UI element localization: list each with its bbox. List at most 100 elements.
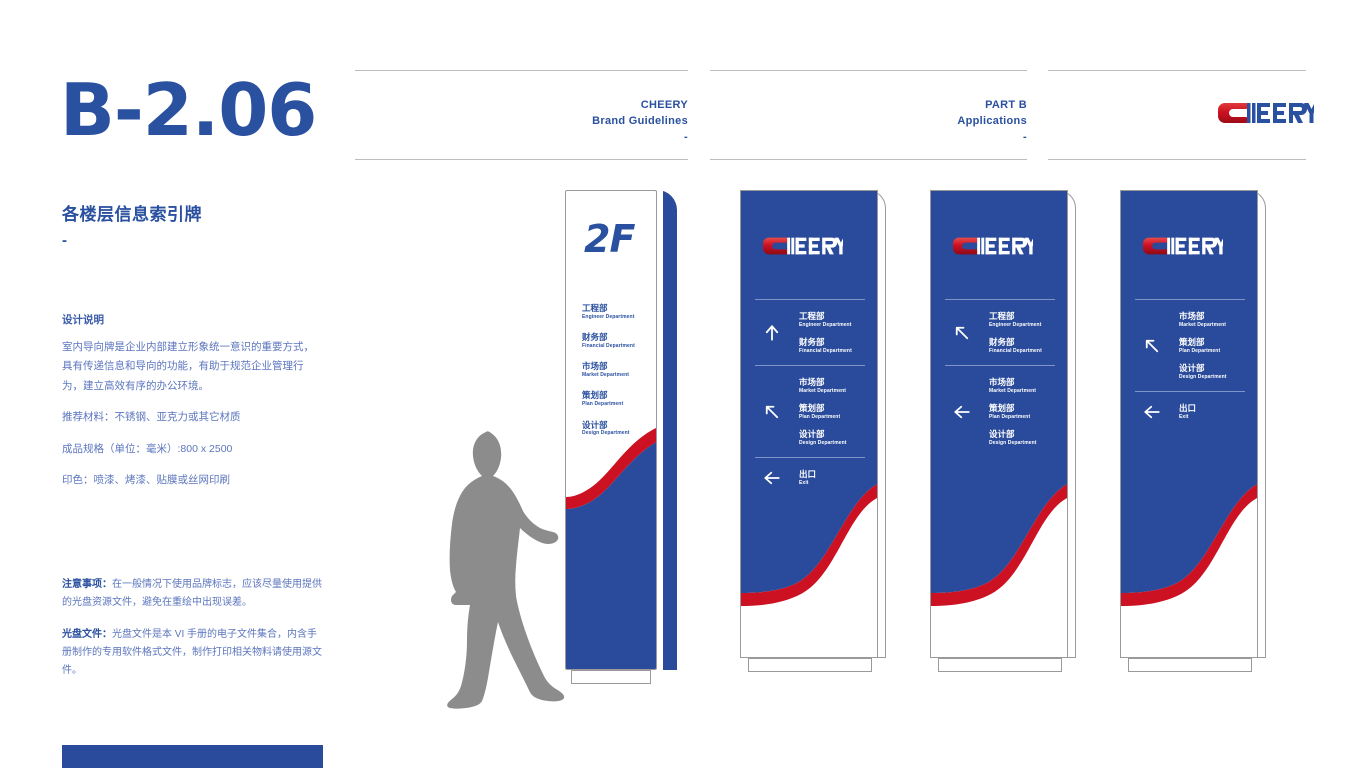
directional-group[interactable]: 出口 Exit [1121,392,1257,431]
department-name-en: Design Department [582,430,630,437]
directional-labels: 市场部 Market Department 策划部 Plan Departmen… [1179,307,1257,384]
sign-2f-panel: 2F 工程部 Engineer Department 财务部 Financial… [565,190,657,670]
directional-group[interactable]: 工程部 Engineer Department 财务部 Financial De… [741,300,877,365]
note-item: 光盘文件：光盘文件是本 VI 手册的电子文件集合，内含手册制作的专用软件格式文件… [62,626,324,680]
directional-group[interactable]: 市场部 Market Department 策划部 Plan Departmen… [1121,300,1257,391]
department-name-cn: 财务部 [582,332,608,343]
sign-directional-1[interactable]: 工程部 Engineer Department 财务部 Financial De… [740,190,886,672]
department-name-cn: 工程部 [582,303,608,313]
description-paragraph: 成品规格（单位：毫米）:800 x 2500 [62,442,233,455]
destination-cn: 设计部 [989,429,1015,440]
destination-entry: 市场部 Market Department [1179,311,1257,328]
destination-cn: 市场部 [799,377,825,388]
description-heading: 设计说明 [62,314,104,326]
destination-cn: 策划部 [799,403,825,414]
section-title: 各楼层信息索引牌 [62,205,202,224]
destination-en: Design Department [1179,374,1227,381]
sign-face: 工程部 Engineer Department 财务部 Financial De… [741,191,877,657]
header-rule-top [710,70,1027,71]
bottom-accent-bar [62,745,323,768]
page-code: B-2.06 [60,68,317,152]
header-rule-bottom [355,159,688,160]
directional-group[interactable]: 市场部 Market Department 策划部 Plan Departmen… [741,366,877,457]
header-text: CHEERY Brand Guidelines - [592,98,688,146]
sign-panel: 工程部 Engineer Department 财务部 Financial De… [930,190,1068,658]
department-name-en: Engineer Department [582,313,635,320]
destination-entry: 工程部 Engineer Department [799,311,877,328]
directional-labels: 出口 Exit [1179,399,1257,424]
destination-entry: 市场部 Market Department [799,377,877,394]
destination-entry: 策划部 Plan Department [799,403,877,420]
destination-entry: 出口 Exit [1179,403,1257,421]
page-canvas: B-2.06 各楼层信息索引牌 - 设计说明 室内导向牌是企业内部建立形象统一意… [0,0,1366,768]
header-line-3: - [684,130,688,143]
header-line-2: Applications [957,114,1027,127]
header-part-applications: PART B Applications - [710,70,1027,160]
arrow-left-icon [954,405,970,418]
sign-base [748,658,872,672]
description-paragraph: 印色：喷漆、烤漆、贴膜或丝网印刷 [62,474,230,487]
destination-en: Exit [1179,414,1189,421]
destination-entry: 设计部 Design Department [799,429,877,447]
header-rule-bottom [1048,159,1306,160]
directional-labels: 出口 Exit [799,465,877,490]
header-rule-bottom [710,159,1027,160]
directional-group[interactable]: 出口 Exit [741,458,877,497]
cheery-logo-icon [953,237,1038,255]
sign-panel: 工程部 Engineer Department 财务部 Financial De… [740,190,878,658]
section-dash: - [62,232,67,249]
person-silhouette-icon [447,431,565,709]
destination-cn: 市场部 [989,377,1015,388]
sign-directional-3[interactable]: 市场部 Market Department 策划部 Plan Departmen… [1120,190,1266,672]
destination-entry: 设计部 Design Department [989,429,1067,447]
cheery-logo-icon [1218,103,1319,123]
sign-panel: 市场部 Market Department 策划部 Plan Departmen… [1120,190,1258,658]
arrow-left-icon [1144,405,1160,418]
destination-en: Design Department [989,440,1037,447]
sign-base [1128,658,1252,672]
sign-2f-department-item: 设计部 Design Department [582,420,635,437]
sign-2f-department-item: 市场部 Market Department [582,361,635,378]
directional-labels: 市场部 Market Department 策划部 Plan Departmen… [799,373,877,450]
destination-en: Design Department [799,440,847,447]
directional-group[interactable]: 市场部 Market Department 策划部 Plan Departmen… [931,366,1067,457]
sign-2f[interactable]: 2F 工程部 Engineer Department 财务部 Financial… [565,190,657,684]
cheery-logo-icon [1143,237,1228,255]
header-line-1: CHEERY [640,99,688,111]
sign-2f-department-item: 策划部 Plan Department [582,390,635,407]
department-name-cn: 策划部 [582,390,608,401]
cheery-logo [1218,100,1319,131]
department-name-en: Financial Department [582,342,635,349]
cheery-logo [763,235,848,262]
header-rule-top [355,70,688,71]
destination-cn: 设计部 [1179,363,1205,374]
sign-face: 市场部 Market Department 策划部 Plan Departmen… [1121,191,1257,657]
destination-cn: 策划部 [1179,337,1205,348]
destination-cn: 出口 [1179,403,1197,414]
notes-block: 注意事项：在一般情况下使用品牌标志，应该尽量使用提供的光盘资源文件，避免在重绘中… [62,576,324,694]
destination-entry: 工程部 Engineer Department [989,311,1067,328]
arrow-up-left-icon [1145,339,1159,352]
destination-entry: 财务部 Financial Department [799,337,877,354]
destination-entry: 策划部 Plan Department [1179,337,1257,354]
header-text: PART B Applications - [957,98,1027,146]
sign-directional-rows: 市场部 Market Department 策划部 Plan Departmen… [1121,299,1257,431]
sign-directional-rows: 工程部 Engineer Department 财务部 Financial De… [741,299,877,497]
destination-entry: 出口 Exit [799,469,877,487]
sign-directional-2[interactable]: 工程部 Engineer Department 财务部 Financial De… [930,190,1076,672]
sign-2f-department-list: 工程部 Engineer Department 财务部 Financial De… [582,303,635,449]
header-line-3: - [1023,130,1027,143]
description-paragraph: 室内导向牌是企业内部建立形象统一意识的重要方式，具有传递信息和导向的功能，有助于… [62,341,314,392]
sign-base [938,658,1062,672]
arrow-up-icon [765,324,779,341]
destination-en: Exit [799,480,809,487]
destination-cn: 市场部 [1179,311,1205,321]
note-label: 注意事项： [62,579,112,590]
directional-group[interactable]: 工程部 Engineer Department 财务部 Financial De… [931,300,1067,365]
sign-2f-department-item: 财务部 Financial Department [582,332,635,349]
destination-entry: 市场部 Market Department [989,377,1067,394]
department-name-cn: 市场部 [582,361,608,372]
arrow-up-left-icon [955,326,969,339]
header-line-2: Brand Guidelines [592,114,688,127]
sign-2f-base [571,670,651,684]
